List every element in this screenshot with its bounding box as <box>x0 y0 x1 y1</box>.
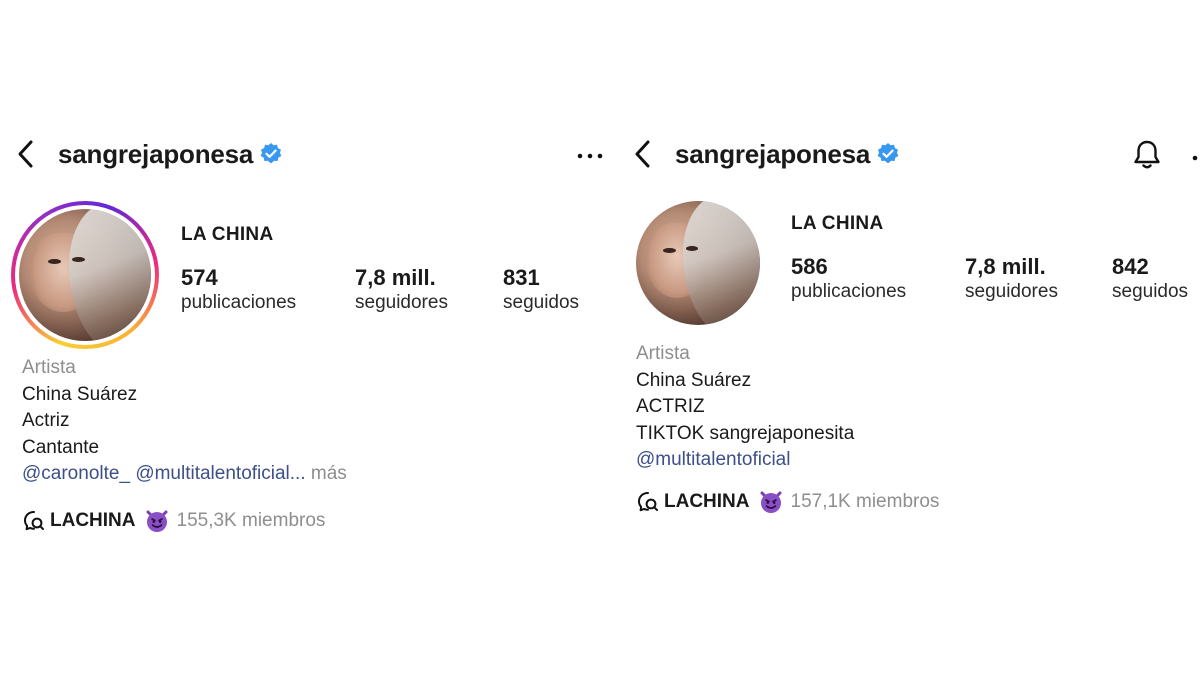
profile-panel-left: sangrejaponesa LA CHINA 574 publicacione… <box>0 0 612 675</box>
mention-link[interactable]: @caronolte_ <box>22 463 130 484</box>
stat-following[interactable]: 831 seguidos <box>503 265 579 315</box>
bio-link[interactable]: @multitalentoficial <box>636 447 854 474</box>
bio-ellipsis: ... <box>289 463 306 484</box>
stat-following[interactable]: 842 seguidos <box>1112 254 1188 304</box>
bio-line: Cantante <box>22 436 100 458</box>
stat-followers[interactable]: 7,8 mill. seguidores <box>965 254 1058 304</box>
bio: Artista China Suárez ACTRIZ TIKTOK sangr… <box>636 341 854 474</box>
bio-line: China Suárez <box>636 369 752 391</box>
stat-value: 586 <box>791 254 828 279</box>
profile-header: sangrejaponesa <box>16 137 285 171</box>
avatar-story-ring[interactable] <box>11 201 159 349</box>
broadcast-channel-icon <box>636 490 660 514</box>
bio-mentions-line: @caronolte_ @multitalentoficial... más <box>22 461 347 488</box>
channel-members: 157,1K miembros <box>790 491 940 512</box>
profile-header: sangrejaponesa <box>633 137 902 171</box>
verified-badge-icon <box>876 141 902 167</box>
broadcast-channel-link[interactable]: LACHINA 157,1K miembros <box>636 489 939 515</box>
bio-category: Artista <box>22 357 76 378</box>
channel-name: LACHINA <box>50 510 136 531</box>
back-icon[interactable] <box>633 137 653 171</box>
verified-badge-icon <box>259 141 285 167</box>
back-icon[interactable] <box>16 137 36 171</box>
username: sangrejaponesa <box>675 138 871 169</box>
stat-label: seguidos <box>503 292 580 313</box>
mention-link[interactable]: @multitalentoficial <box>135 463 289 484</box>
bio-line: China Suárez <box>22 383 138 405</box>
bio-category: Artista <box>636 343 690 364</box>
stat-label: seguidores <box>355 292 448 313</box>
avatar-image <box>636 201 760 325</box>
more-horizontal-icon[interactable] <box>1190 150 1200 168</box>
stat-label: publicaciones <box>181 292 297 313</box>
display-name: LA CHINA <box>791 213 884 234</box>
stat-posts[interactable]: 574 publicaciones <box>181 265 296 315</box>
stat-followers[interactable]: 7,8 mill. seguidores <box>355 265 448 315</box>
broadcast-channel-icon <box>22 509 46 533</box>
bell-icon[interactable] <box>1131 138 1163 177</box>
channel-members: 155,3K miembros <box>176 510 326 531</box>
bio-more-link[interactable]: más <box>311 463 347 484</box>
smiling-devil-emoji <box>144 508 170 534</box>
stat-value: 7,8 mill. <box>355 265 436 290</box>
broadcast-channel-link[interactable]: LACHINA 155,3K miembros <box>22 508 325 534</box>
profile-panel-right: sangrejaponesa LA CHINA 586 publicacione… <box>618 0 1200 675</box>
username: sangrejaponesa <box>58 138 254 169</box>
stat-value: 842 <box>1112 254 1149 279</box>
stat-label: publicaciones <box>791 281 907 302</box>
stat-label: seguidores <box>965 281 1058 302</box>
bio-line: TIKTOK sangrejaponesita <box>636 422 855 444</box>
bio-line: ACTRIZ <box>636 396 705 417</box>
display-name: LA CHINA <box>181 224 274 245</box>
stat-value: 7,8 mill. <box>965 254 1046 279</box>
stat-value: 831 <box>503 265 540 290</box>
stat-label: seguidos <box>1112 281 1189 302</box>
smiling-devil-emoji <box>758 489 784 515</box>
more-horizontal-icon[interactable] <box>576 148 604 166</box>
stat-value: 574 <box>181 265 218 290</box>
avatar[interactable] <box>636 201 760 325</box>
channel-name: LACHINA <box>664 491 750 512</box>
bio: Artista China Suárez Actriz Cantante @ca… <box>22 355 347 488</box>
stat-posts[interactable]: 586 publicaciones <box>791 254 906 304</box>
bio-line: Actriz <box>22 410 70 431</box>
avatar <box>19 209 151 341</box>
comparison-screenshot: sangrejaponesa LA CHINA 574 publicacione… <box>0 0 1200 675</box>
